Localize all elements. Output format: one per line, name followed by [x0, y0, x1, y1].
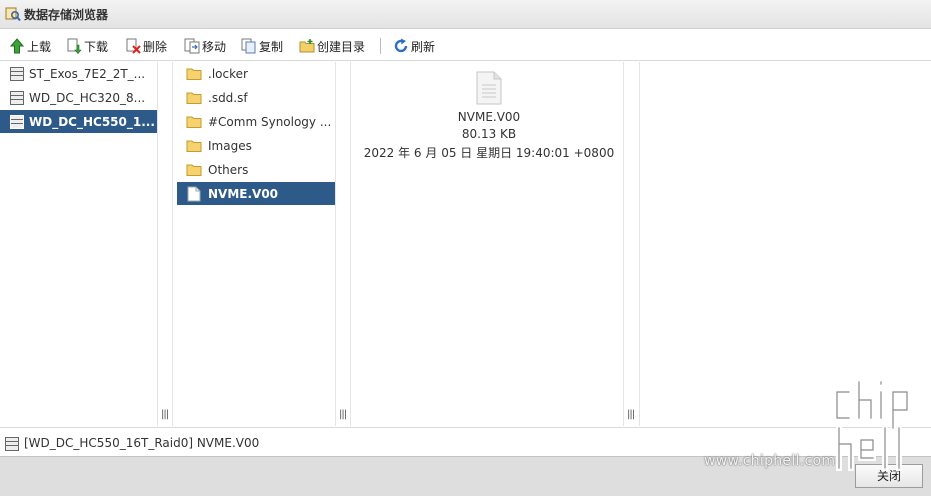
download-button[interactable]: 下载 — [66, 37, 108, 55]
datastore-label: ST_Exos_7E2_2T_... — [29, 66, 146, 81]
datastore-item-selected[interactable]: WD_DC_HC550_1... — [0, 110, 157, 133]
current-path: [WD_DC_HC550_16T_Raid0] NVME.V00 — [24, 436, 260, 450]
folder-icon — [186, 140, 202, 152]
datastore-label: WD_DC_HC320_8... — [29, 90, 146, 105]
file-icon — [187, 186, 201, 201]
datastore-label: WD_DC_HC550_1... — [29, 114, 155, 129]
folder-label: Images — [208, 138, 252, 153]
new-folder-icon — [299, 39, 315, 53]
status-bar: [WD_DC_HC550_16T_Raid0] NVME.V00 — [0, 427, 931, 456]
column-resize-handle[interactable]: ||| — [161, 409, 169, 421]
datastore-icon — [10, 66, 24, 81]
column-divider — [623, 62, 624, 426]
document-icon — [476, 71, 502, 105]
folder-icon — [186, 116, 202, 128]
create-directory-button[interactable]: 创建目录 — [299, 37, 365, 55]
datastore-icon — [10, 90, 24, 105]
datastore-list: ST_Exos_7E2_2T_... WD_DC_HC320_8... WD_D… — [0, 62, 173, 426]
toolbar-separator — [380, 38, 381, 54]
move-label: 移动 — [202, 39, 227, 54]
folder-item[interactable]: Images — [177, 134, 335, 157]
download-icon — [67, 38, 82, 54]
file-name: NVME.V00 — [457, 110, 521, 124]
refresh-label: 刷新 — [411, 39, 436, 54]
file-size: 80.13 KB — [461, 127, 517, 141]
folder-icon — [186, 92, 202, 104]
folder-icon — [186, 164, 202, 176]
upload-button[interactable]: 上载 — [9, 37, 51, 55]
datastore-icon — [10, 114, 24, 129]
upload-arrow-icon — [9, 38, 25, 54]
empty-column — [641, 62, 931, 426]
folder-item[interactable]: .locker — [177, 62, 335, 85]
column-divider — [157, 62, 158, 426]
delete-icon — [126, 38, 141, 54]
copy-icon — [241, 38, 256, 54]
column-resize-handle[interactable]: ||| — [627, 409, 635, 421]
datastore-item[interactable]: ST_Exos_7E2_2T_... — [0, 62, 157, 85]
folder-label: .sdd.sf — [208, 90, 248, 105]
delete-button[interactable]: 删除 — [125, 37, 167, 55]
datastore-browser-icon — [5, 7, 21, 22]
toolbar: 上载 下载 删除 移动 复制 创建目录 刷新 — [0, 30, 931, 61]
file-label: NVME.V00 — [208, 186, 279, 201]
datastore-icon — [5, 437, 19, 451]
move-icon — [184, 38, 200, 54]
folder-label: #Comm Synology ... — [208, 114, 332, 129]
datastore-item[interactable]: WD_DC_HC320_8... — [0, 86, 157, 109]
folder-item[interactable]: #Comm Synology ... — [177, 110, 335, 133]
column-divider — [335, 62, 336, 426]
file-modified-date: 2022 年 6 月 05 日 星期日 19:40:01 +0800 — [363, 146, 615, 160]
upload-label: 上载 — [27, 39, 52, 54]
create-directory-label: 创建目录 — [317, 39, 366, 54]
refresh-button[interactable]: 刷新 — [393, 37, 435, 55]
folder-item[interactable]: Others — [177, 158, 335, 181]
chiphell-watermark-logo — [834, 379, 910, 471]
folder-item[interactable]: .sdd.sf — [177, 86, 335, 109]
delete-label: 删除 — [143, 39, 168, 54]
column-resize-handle[interactable]: ||| — [339, 409, 347, 421]
folder-list: .locker .sdd.sf #Comm Synology ... Image… — [174, 62, 351, 426]
window-title: 数据存储浏览器 — [24, 8, 109, 22]
title-bar: 数据存储浏览器 — [0, 0, 931, 29]
folder-icon — [186, 68, 202, 80]
folder-label: .locker — [208, 66, 248, 81]
file-item-selected[interactable]: NVME.V00 — [177, 182, 335, 205]
download-label: 下载 — [84, 39, 109, 54]
copy-button[interactable]: 复制 — [241, 37, 283, 55]
refresh-icon — [394, 38, 408, 53]
watermark-url: www.chiphell.com — [704, 453, 836, 469]
move-button[interactable]: 移动 — [184, 37, 226, 55]
copy-label: 复制 — [259, 39, 284, 54]
folder-label: Others — [208, 162, 249, 177]
